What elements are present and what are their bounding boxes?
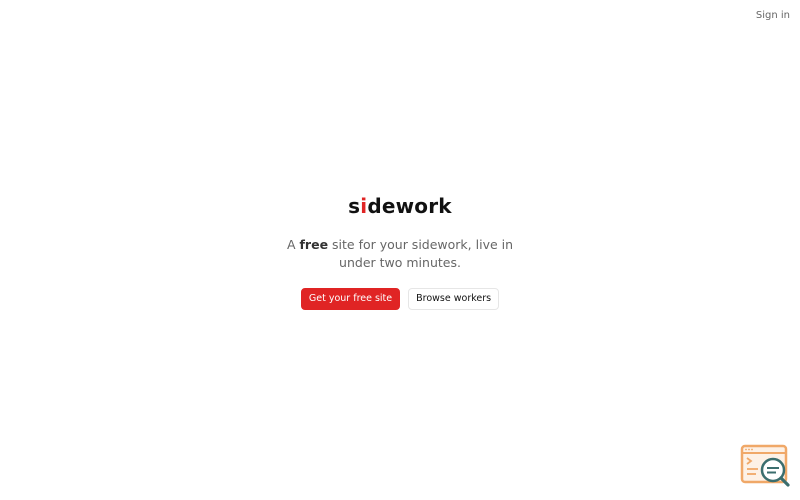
- logo-suffix: dework: [367, 194, 452, 218]
- hero-section: sidework A free site for your sidework, …: [0, 195, 800, 310]
- tagline-after: site for your sidework, live in under tw…: [328, 237, 514, 270]
- sign-in-link[interactable]: Sign in: [756, 10, 790, 22]
- tagline: A free site for your sidework, live in u…: [270, 236, 530, 272]
- get-free-site-button[interactable]: Get your free site: [300, 288, 401, 310]
- browse-workers-button[interactable]: Browse workers: [408, 288, 500, 310]
- landing-page: Sign in sidework A free site for your si…: [0, 0, 800, 500]
- logo-prefix: s: [348, 194, 361, 218]
- hero-actions: Get your free site Browse workers: [0, 288, 800, 310]
- tagline-before: A: [286, 237, 300, 252]
- search-help-widget-icon: [740, 444, 790, 487]
- tagline-bold: free: [299, 237, 329, 252]
- search-help-widget[interactable]: [740, 444, 792, 488]
- logo: sidework: [0, 195, 800, 217]
